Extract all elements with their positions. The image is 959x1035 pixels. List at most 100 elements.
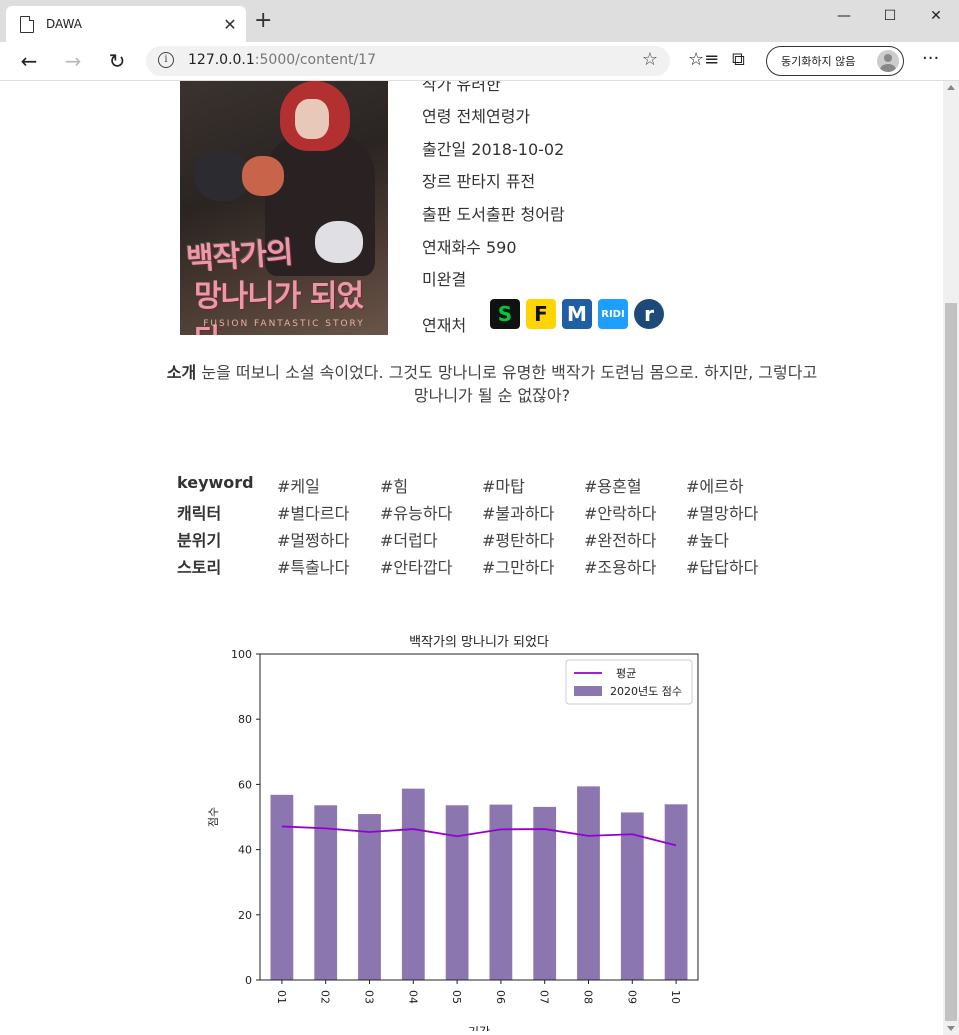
keyword-tag: #그만하다 — [482, 558, 555, 577]
keyword-tag: #평탄하다 — [482, 531, 555, 550]
x-tick-label: 08 — [582, 990, 595, 1004]
minimize-icon[interactable]: — — [821, 0, 867, 32]
address-bar[interactable]: i 127.0.0.1:5000/content/17 ☆ — [146, 46, 670, 76]
keyword-tag: #답답하다 — [686, 558, 759, 577]
keyword-tag: #마탑 — [482, 477, 525, 496]
genre-value: 판타지 퓨전 — [456, 172, 536, 191]
url-path: :5000/content/17 — [254, 52, 376, 68]
chart-bar — [533, 806, 557, 980]
keyword-tag: #불과하다 — [482, 504, 555, 523]
x-axis-label: 기간 — [468, 1025, 490, 1031]
y-tick-label: 60 — [238, 778, 252, 791]
keyword-tag: #완전하다 — [584, 531, 657, 550]
cover-art — [315, 221, 363, 263]
x-tick-label: 06 — [494, 990, 507, 1004]
genre-row: 장르 판타지 퓨전 — [422, 168, 535, 192]
publisher-label: 출판 — [422, 205, 452, 224]
y-axis-label: 점수 — [207, 807, 220, 827]
y-tick-label: 100 — [231, 648, 252, 661]
platform-kakaopage-icon[interactable]: F — [526, 299, 556, 329]
chart-bar — [314, 805, 338, 980]
browser-tab[interactable]: DAWA ✕ — [6, 6, 246, 42]
chart-bar — [577, 786, 600, 980]
status-badge: 미완결 — [422, 270, 467, 289]
tab-title: DAWA — [46, 17, 82, 31]
keyword-tag: #에르하 — [686, 477, 744, 496]
keyword-tag: #별다르다 — [277, 504, 350, 523]
score-chart: 백작가의 망나니가 되었다 0 20 40 60 80 100 01 02 03 04 05 06 07 0… — [207, 635, 699, 1031]
keyword-tag: #힘 — [380, 477, 409, 496]
book-cover-image: 백작가의 망나니가 되었다 FUSION FANTASTIC STORY — [180, 81, 388, 335]
legend-average-label: 평균 — [616, 667, 636, 680]
refresh-icon[interactable]: ↻ — [104, 48, 130, 74]
x-tick-label: 02 — [319, 990, 332, 1004]
platform-munpia-icon[interactable]: M — [562, 299, 592, 329]
cover-art — [295, 99, 329, 139]
x-tick-label: 01 — [275, 990, 288, 1004]
age-label: 연령 — [422, 107, 452, 126]
keyword-tag: #멸망하다 — [686, 504, 759, 523]
y-tick-label: 20 — [238, 909, 252, 922]
chart-bar — [401, 788, 425, 980]
scrollbar-thumb[interactable] — [945, 303, 957, 1021]
sync-label: 동기화하지 않음 — [781, 55, 856, 68]
y-tick-label: 40 — [238, 844, 252, 857]
url-text[interactable]: 127.0.0.1:5000/content/17 — [188, 52, 376, 68]
favorite-star-icon[interactable]: ☆ — [642, 49, 658, 70]
platforms-label: 연재처 — [422, 316, 467, 335]
scroll-down-icon[interactable] — [947, 1026, 955, 1031]
x-tick-label: 10 — [669, 990, 682, 1004]
keyword-tag: #조용하다 — [584, 558, 657, 577]
chart-average-line — [281, 825, 677, 847]
platform-series-icon[interactable]: S — [490, 299, 520, 329]
platform-joara-icon[interactable]: r — [634, 299, 664, 329]
maximize-icon[interactable]: ☐ — [867, 0, 913, 32]
page-content: 백작가의 망나니가 되었다 FUSION FANTASTIC STORY 작가 … — [0, 81, 943, 1035]
browser-titlebar: DAWA ✕ + — ☐ ✕ — [0, 0, 959, 42]
keyword-row-header: keyword — [177, 473, 254, 492]
keyword-tag: #유능하다 — [380, 504, 453, 523]
browser-toolbar: ← → ↻ i 127.0.0.1:5000/content/17 ☆ ☆≡ ⧉… — [0, 42, 959, 81]
legend-score-label: 2020년도 점수 — [610, 685, 682, 698]
age-value: 전체연령가 — [456, 107, 531, 126]
url-host: 127.0.0.1 — [188, 52, 255, 68]
close-window-icon[interactable]: ✕ — [913, 0, 959, 32]
chart-bar — [620, 812, 644, 980]
keyword-row-header: 분위기 — [177, 531, 222, 550]
avatar — [877, 50, 899, 72]
page-icon — [20, 15, 34, 33]
scrollbar[interactable] — [943, 81, 959, 1035]
forward-arrow-icon[interactable]: → — [60, 48, 86, 74]
status-row: 미완결 — [422, 266, 466, 290]
date-row: 출간일 2018-10-02 — [422, 136, 564, 160]
x-tick-label: 05 — [450, 990, 463, 1004]
keyword-row-header: 스토리 — [177, 558, 222, 577]
cover-art — [242, 156, 284, 196]
keyword-tag: #높다 — [686, 531, 729, 550]
keyword-tag: #특출나다 — [277, 558, 350, 577]
platform-ridi-icon[interactable]: RIDI — [598, 299, 628, 329]
back-arrow-icon[interactable]: ← — [16, 48, 42, 74]
x-tick-label: 03 — [363, 990, 376, 1004]
keyword-row-header: 캐릭터 — [177, 504, 222, 523]
publisher-row: 출판 도서출판 청어람 — [422, 201, 565, 225]
favorites-list-icon[interactable]: ☆≡ — [688, 49, 719, 70]
keyword-tag: #케일 — [277, 477, 320, 496]
more-menu-icon[interactable]: ··· — [922, 48, 939, 69]
new-tab-icon[interactable]: + — [254, 10, 272, 32]
keyword-tag: #안락하다 — [584, 504, 657, 523]
legend-bar-swatch — [574, 686, 602, 696]
info-icon[interactable]: i — [158, 52, 174, 68]
author-label: 작가 — [422, 81, 452, 94]
scroll-up-icon[interactable] — [947, 85, 955, 90]
intro-label: 소개 — [166, 363, 197, 382]
episodes-row: 연재화수 590 — [422, 234, 517, 258]
y-tick-label: 0 — [245, 974, 252, 987]
keyword-tag: #용혼혈 — [584, 477, 642, 496]
collections-icon[interactable]: ⧉ — [732, 49, 745, 70]
intro-section: 소개 눈을 떠보니 소설 속이었다. 그것도 망나니로 유명한 백작가 도련님 … — [162, 361, 822, 407]
intro-text: 눈을 떠보니 소설 속이었다. 그것도 망나니로 유명한 백작가 도련님 몸으로… — [201, 363, 818, 405]
close-tab-icon[interactable]: ✕ — [220, 15, 240, 34]
episodes-label: 연재화수 — [422, 238, 481, 257]
sync-profile-button[interactable]: 동기화하지 않음 — [766, 46, 904, 76]
